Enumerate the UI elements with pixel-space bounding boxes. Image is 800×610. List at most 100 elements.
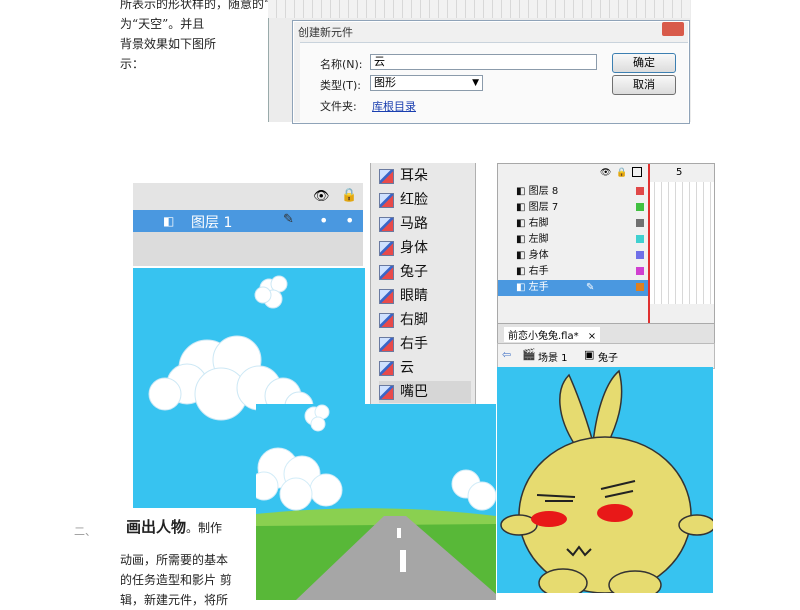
section-line-4: 辑，新建元件，将所: [120, 593, 229, 607]
graphic-symbol-icon: [379, 312, 394, 328]
close-button[interactable]: [662, 22, 684, 36]
pencil-icon: ✎: [283, 212, 294, 227]
library-item-label: 耳朵: [400, 168, 428, 184]
graphic-symbol-icon: [379, 192, 394, 208]
section-number: 二、: [74, 525, 96, 538]
breadcrumb-scene[interactable]: 场景 1: [538, 349, 568, 364]
layer-empty-area: [133, 232, 363, 266]
layer-name: 右手: [528, 266, 549, 277]
document-tab-bar: 前恋小兔兔.fla* ×: [497, 323, 715, 345]
type-select[interactable]: 图形 ▼: [370, 75, 483, 91]
library-item-label: 嘴巴: [400, 384, 428, 400]
layer-color-swatch: [636, 267, 644, 275]
road-scene: [256, 404, 496, 600]
layer-row[interactable]: ◧ 图层 1 ✎ • •: [133, 210, 363, 232]
layer-color-swatch: [636, 251, 644, 259]
layer-icon: ◧: [516, 202, 526, 213]
timeline-layer-row[interactable]: ◧ 左脚: [498, 232, 648, 248]
section-line-2: 动画，所需要的基本: [120, 553, 229, 567]
cancel-button[interactable]: 取消: [612, 75, 676, 95]
library-item[interactable]: 红脸: [379, 189, 471, 211]
frame-number: 5: [676, 167, 683, 178]
folder-label: 文件夹:: [320, 100, 357, 113]
name-field[interactable]: 云: [370, 54, 597, 70]
paragraph-top: 所表示的形状样的，随意的“图库新建”及新增加组件 ”命令 为“天空”。并且 背景…: [120, 0, 270, 74]
library-item[interactable]: 兔子: [379, 261, 471, 283]
lock-icon[interactable]: 🔒: [341, 188, 357, 203]
playhead[interactable]: [648, 164, 650, 324]
section-heading-tail: 。制作: [186, 521, 223, 535]
close-icon[interactable]: ×: [588, 331, 596, 342]
graphic-symbol-icon: [379, 216, 394, 232]
graphic-symbol-icon: [379, 360, 394, 376]
timeline-layer-row[interactable]: ◧ 身体: [498, 248, 648, 264]
library-item-label: 身体: [400, 240, 428, 256]
scene-icon: 🎬: [522, 348, 536, 361]
breadcrumb-symbol[interactable]: 兔子: [598, 349, 618, 364]
timeline-layer-row[interactable]: ◧ 右手: [498, 264, 648, 280]
section-heading: 画出人物: [126, 518, 187, 536]
paragraph-line-2: 为“天空”。并且: [120, 17, 205, 31]
timeline-panel: 👁 🔒 5 ◧ 图层 8 ◧ 图层 7 ◧ 右脚 ◧ 左脚 ◧ 身体 ◧ 右手 …: [497, 163, 715, 325]
section-line-3: 的任务造型和影片 剪: [120, 573, 232, 587]
layer-icon: ◧: [516, 218, 526, 229]
rabbit-stage: [497, 367, 716, 600]
library-item-label: 红脸: [400, 192, 428, 208]
graphic-symbol-icon: [379, 240, 394, 256]
library-item[interactable]: 嘴巴: [379, 381, 471, 403]
pencil-icon: ✎: [586, 282, 595, 293]
road-graphic: [256, 404, 496, 600]
paragraph-line-4: 示：: [120, 57, 145, 71]
timeline-layer-row[interactable]: ◧ 右脚: [498, 216, 648, 232]
library-item[interactable]: 耳朵: [379, 165, 471, 187]
name-label: 名称(N):: [320, 58, 363, 71]
layer-name: 身体: [528, 250, 549, 261]
library-item-label: 右脚: [400, 312, 428, 328]
library-item[interactable]: 右手: [379, 333, 471, 355]
timeline-layer-row[interactable]: ◧ 图层 8: [498, 184, 648, 200]
folder-link[interactable]: 库根目录: [372, 98, 416, 114]
library-item[interactable]: 身体: [379, 237, 471, 259]
layer-name: 图层 1: [191, 215, 233, 231]
rabbit-graphic: [500, 369, 716, 600]
layer-icon: ◧: [516, 250, 526, 261]
visibility-dot[interactable]: •: [319, 211, 328, 230]
layer-icon: ◧: [163, 214, 175, 228]
layer-icon: ◧: [516, 186, 526, 197]
outline-icon[interactable]: [632, 167, 642, 177]
dialog-title: 创建新元件: [298, 26, 353, 39]
lock-dot[interactable]: •: [345, 211, 354, 230]
timeline-layer-row-selected[interactable]: ◧ 左手 ✎: [498, 280, 648, 296]
eye-icon[interactable]: 👁: [313, 189, 330, 204]
document-tab-label: 前恋小兔兔.fla*: [508, 331, 579, 342]
layer-name: 左脚: [528, 234, 549, 245]
library-item[interactable]: 右脚: [379, 309, 471, 331]
section-body: 动画，所需要的基本 的任务造型和影片 剪 辑，新建元件，将所: [120, 550, 254, 610]
library-item[interactable]: 马路: [379, 213, 471, 235]
lock-icon[interactable]: 🔒: [616, 168, 627, 178]
document-tab[interactable]: 前恋小兔兔.fla* ×: [504, 327, 601, 342]
frame-grid[interactable]: [648, 182, 714, 304]
back-arrow-icon[interactable]: ⇦: [502, 348, 511, 361]
timeline-layer-row[interactable]: ◧ 图层 7: [498, 200, 648, 216]
graphic-symbol-icon: [379, 336, 394, 352]
library-item-label: 云: [400, 360, 414, 376]
library-item-label: 兔子: [400, 264, 428, 280]
ruler-strip: [268, 0, 690, 18]
layer-icon: ◧: [516, 266, 526, 277]
layer-name: 左手: [528, 282, 549, 293]
library-item-label: 马路: [400, 216, 428, 232]
layer-panel-header: 👁 🔒: [133, 183, 363, 210]
ok-button[interactable]: 确定: [612, 53, 676, 73]
graphic-symbol-icon: [379, 264, 394, 280]
graphic-symbol-icon: [379, 384, 394, 400]
eye-icon[interactable]: 👁: [600, 168, 611, 178]
library-item[interactable]: 云: [379, 357, 471, 379]
chevron-down-icon: ▼: [472, 78, 479, 88]
symbol-icon: ▣: [584, 348, 595, 361]
library-item[interactable]: 眼睛: [379, 285, 471, 307]
type-select-value: 图形: [374, 76, 396, 89]
library-item-label: 眼睛: [400, 288, 428, 304]
layer-name: 图层 7: [528, 202, 559, 213]
layer-color-swatch: [636, 187, 644, 195]
